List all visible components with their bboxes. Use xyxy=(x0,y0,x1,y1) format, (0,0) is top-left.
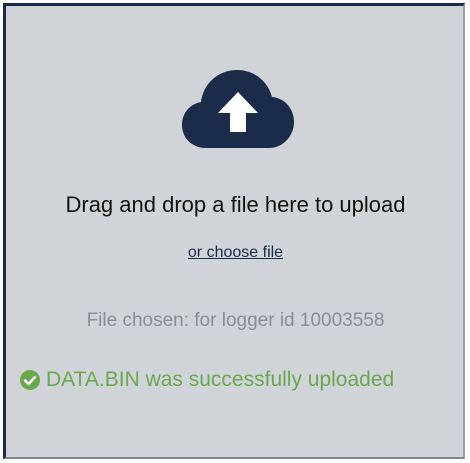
upload-dropzone[interactable]: Drag and drop a file here to upload or c… xyxy=(3,3,465,459)
drop-instructions: Drag and drop a file here to upload xyxy=(65,192,406,217)
cloud-upload-icon[interactable] xyxy=(180,66,296,150)
upload-success-message: DATA.BIN was successfully uploaded xyxy=(20,368,466,392)
file-chosen-text: File chosen: for logger id 10003558 xyxy=(86,310,385,331)
check-circle-icon xyxy=(20,370,40,390)
success-text: DATA.BIN was successfully uploaded xyxy=(46,368,395,391)
choose-file-link[interactable]: or choose file xyxy=(6,244,465,262)
